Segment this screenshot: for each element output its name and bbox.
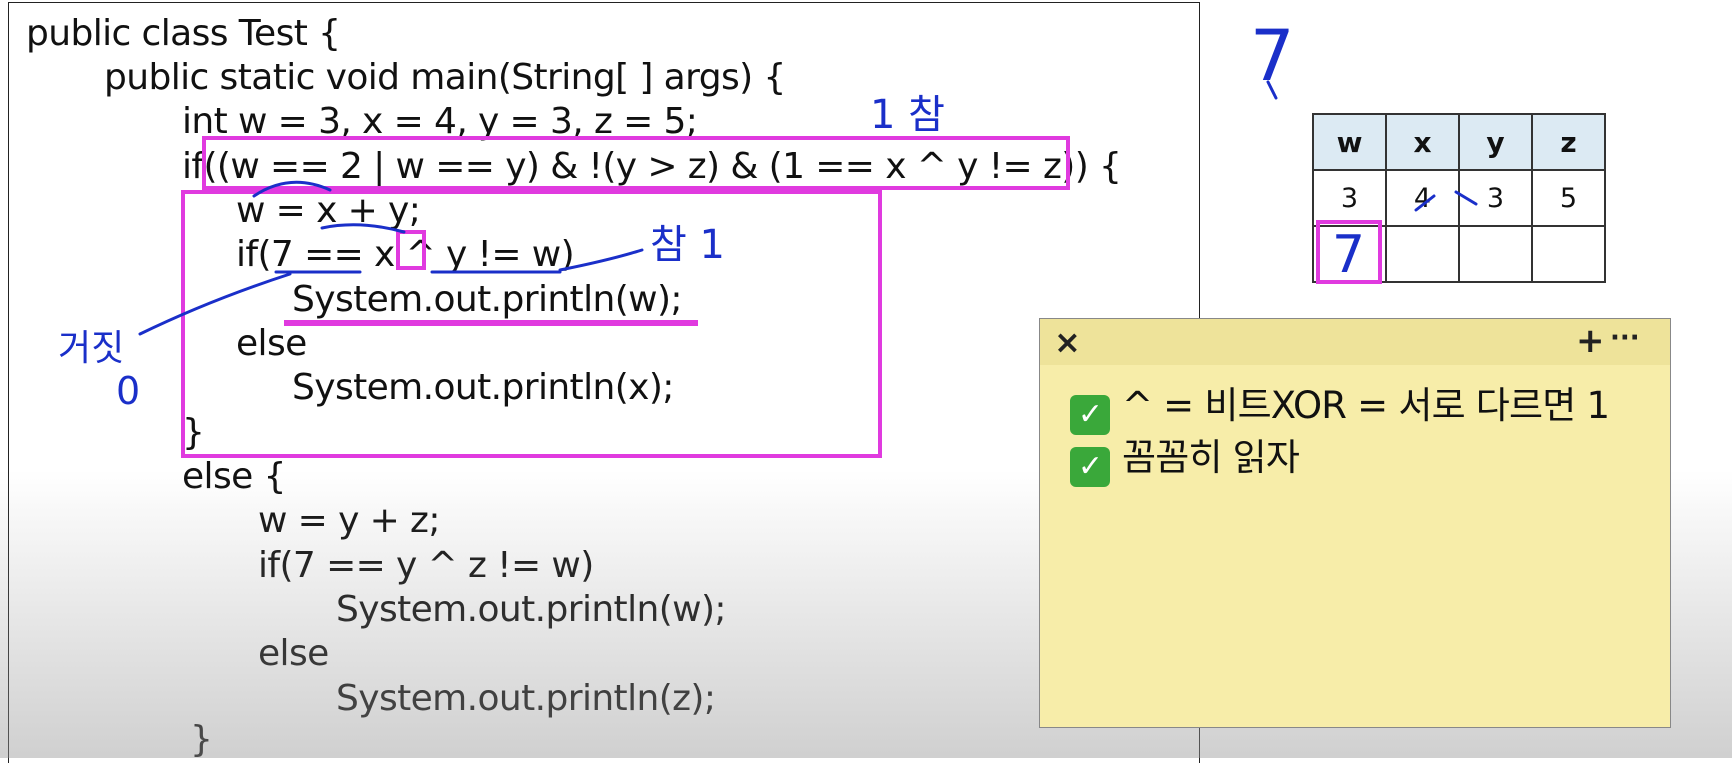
tick-mark: [1414, 194, 1436, 212]
false-arrow: [138, 272, 292, 336]
w-result-annotation: 7: [1332, 225, 1365, 285]
true-arrow: [558, 248, 644, 272]
condition-highlight-box: [202, 136, 1070, 190]
checkmark-icon: ✓: [1070, 447, 1110, 487]
xor-highlight-box: [396, 230, 426, 270]
note-line-2: ✓ 꼼꼼히 읽자: [1070, 427, 1300, 487]
more-icon[interactable]: ···: [1610, 323, 1640, 353]
top-seven-annotation: 7: [1250, 15, 1295, 97]
note-text: ^ = 비트XOR = 서로 다르면 1: [1122, 384, 1610, 427]
inner-true-annotation: 참 1: [650, 222, 725, 268]
tick-mark: [1454, 190, 1478, 206]
false-annotation: 거짓: [58, 328, 124, 369]
note-text: 꼼꼼히 읽자: [1122, 436, 1300, 479]
x-y-underline: [320, 223, 406, 234]
sticky-note[interactable]: × + ··· ✓ ^ = 비트XOR = 서로 다르면 1 ✓ 꼼꼼히 읽자: [1039, 318, 1671, 728]
zero-annotation: 0: [116, 369, 140, 413]
note-line-1: ✓ ^ = 비트XOR = 서로 다르면 1: [1070, 375, 1610, 435]
add-icon[interactable]: +: [1576, 321, 1605, 361]
close-icon[interactable]: ×: [1054, 323, 1081, 361]
sticky-note-header[interactable]: × + ···: [1040, 319, 1670, 365]
cond-true-annotation: 1 참: [870, 92, 945, 138]
